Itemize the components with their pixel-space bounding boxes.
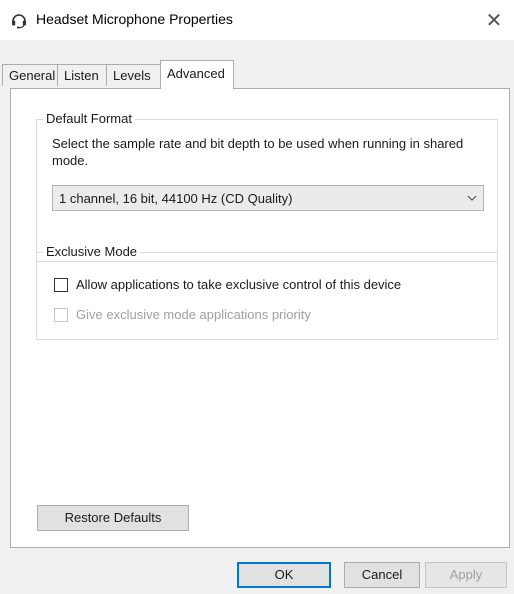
- close-button[interactable]: ✕: [474, 0, 514, 40]
- close-icon: ✕: [485, 9, 503, 32]
- allow-exclusive-label[interactable]: Allow applications to take exclusive con…: [76, 277, 401, 292]
- headset-icon: [12, 14, 26, 29]
- default-format-group: Default Format Select the sample rate an…: [36, 111, 498, 262]
- priority-checkbox: [54, 307, 68, 322]
- apply-button: Apply: [425, 562, 507, 588]
- ok-button[interactable]: OK: [237, 562, 331, 588]
- chevron-down-icon: [467, 195, 477, 201]
- priority-row: Give exclusive mode applications priorit…: [54, 307, 311, 322]
- cancel-button[interactable]: Cancel: [344, 562, 420, 588]
- advanced-tab-panel: Default Format Select the sample rate an…: [10, 88, 510, 548]
- default-format-value: 1 channel, 16 bit, 44100 Hz (CD Quality): [59, 191, 293, 206]
- default-format-select[interactable]: 1 channel, 16 bit, 44100 Hz (CD Quality): [52, 185, 484, 211]
- exclusive-mode-group: Exclusive Mode Allow applications to tak…: [36, 244, 498, 340]
- restore-defaults-button[interactable]: Restore Defaults: [37, 505, 189, 531]
- title-bar: Headset Microphone Properties ✕: [0, 0, 514, 40]
- allow-exclusive-row[interactable]: Allow applications to take exclusive con…: [54, 277, 401, 292]
- exclusive-mode-title: Exclusive Mode: [43, 244, 141, 259]
- tab-general[interactable]: General: [2, 64, 58, 86]
- default-format-title: Default Format: [43, 111, 135, 126]
- allow-exclusive-checkbox[interactable]: [54, 277, 68, 292]
- priority-label: Give exclusive mode applications priorit…: [76, 307, 311, 322]
- tab-strip: General Listen Levels Advanced: [0, 40, 514, 90]
- tab-levels[interactable]: Levels: [106, 64, 161, 86]
- tab-listen[interactable]: Listen: [57, 64, 107, 86]
- window-title: Headset Microphone Properties: [36, 11, 233, 27]
- default-format-description: Select the sample rate and bit depth to …: [52, 136, 464, 168]
- tab-advanced[interactable]: Advanced: [160, 60, 234, 89]
